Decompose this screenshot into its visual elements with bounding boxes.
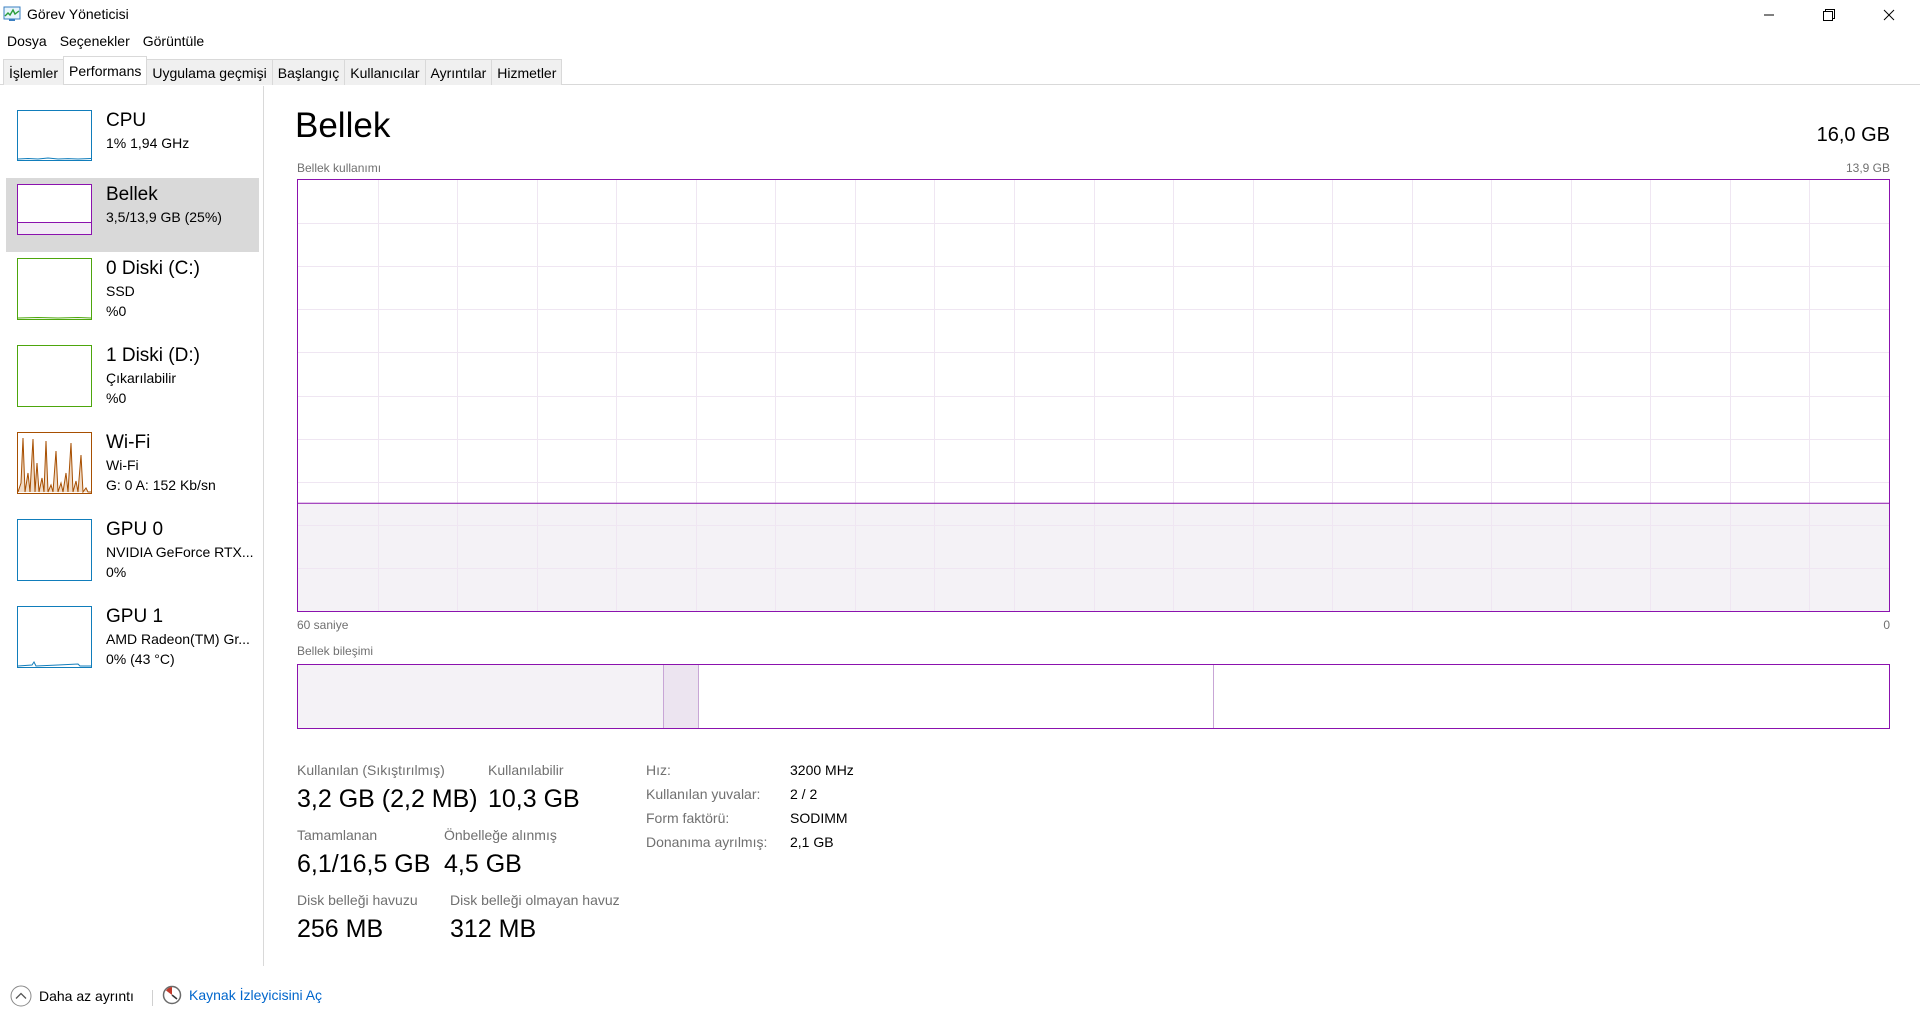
open-resource-monitor-link[interactable]: Kaynak İzleyicisini Aç (162, 985, 322, 1005)
close-button[interactable] (1860, 0, 1918, 30)
tab-startup[interactable]: Başlangıç (271, 59, 346, 85)
sidebar-item-wifi[interactable]: Wi-Fi Wi-Fi G: 0 A: 152 Kb/sn (6, 426, 259, 512)
hardware-reserved-value: 2,1 GB (790, 834, 834, 850)
tab-details[interactable]: Ayrıntılar (424, 59, 493, 85)
cached-value: 4,5 GB (444, 850, 522, 878)
memory-total: 16,0 GB (1816, 124, 1890, 146)
close-icon (1883, 9, 1895, 21)
memory-usage-chart (297, 179, 1890, 612)
sidebar-item-type: SSD (106, 283, 135, 299)
in-use-value: 3,2 GB (2,2 MB) (297, 785, 478, 813)
sidebar-item-title: GPU 0 (106, 519, 164, 540)
composition-free[interactable] (1213, 665, 1889, 728)
sidebar-item-cpu[interactable]: CPU 1% 1,94 GHz (6, 104, 259, 178)
sidebar-item-title: Bellek (106, 184, 158, 205)
memory-composition-bar (297, 664, 1890, 729)
sidebar-item-title: 1 Diski (D:) (106, 345, 200, 366)
menu-options[interactable]: Seçenekler (53, 30, 136, 52)
fewer-details-label: Daha az ayrıntı (39, 988, 134, 1004)
usage-chart-max: 13,9 GB (1845, 161, 1890, 175)
sidebar-item-title: 0 Diski (C:) (106, 258, 200, 279)
tab-bar: İşlemler Performans Uygulama geçmişi Baş… (0, 52, 1920, 85)
minimize-button[interactable] (1740, 0, 1798, 30)
memory-thumbnail-graph (17, 184, 92, 235)
tab-processes[interactable]: İşlemler (3, 59, 65, 85)
sidebar-item-title: GPU 1 (106, 606, 164, 627)
available-label: Kullanılabilir (488, 762, 564, 778)
open-resource-monitor-label: Kaynak İzleyicisini Aç (189, 987, 323, 1003)
committed-label: Tamamlanan (297, 827, 378, 843)
composition-standby[interactable] (698, 665, 1214, 728)
minimize-icon (1764, 14, 1774, 16)
disk-c-thumbnail-graph (17, 258, 92, 320)
sidebar-item-type: AMD Radeon(TM) Gr... (106, 631, 250, 647)
sidebar-item-title: CPU (106, 110, 147, 131)
speed-label: Hız: (646, 762, 671, 778)
tab-performance[interactable]: Performans (63, 56, 148, 84)
page-title: Bellek (295, 106, 391, 145)
resource-monitor-icon (162, 985, 182, 1005)
sidebar-item-title: Wi-Fi (106, 432, 151, 453)
tab-services[interactable]: Hizmetler (491, 59, 563, 85)
menu-view[interactable]: Görüntüle (136, 30, 210, 52)
sidebar-item-type: Çıkarılabilir (106, 370, 177, 386)
sidebar-item-disk-c[interactable]: 0 Diski (C:) SSD %0 (6, 252, 259, 338)
disk-d-thumbnail-graph (17, 345, 92, 407)
footer: Daha az ayrıntı Kaynak İzleyicisini Aç (0, 985, 1920, 1015)
sidebar-item-detail: %0 (106, 303, 127, 319)
composition-modified[interactable] (664, 665, 699, 728)
non-paged-pool-value: 312 MB (450, 915, 537, 943)
sidebar-item-memory[interactable]: Bellek 3,5/13,9 GB (25%) (6, 178, 259, 252)
sidebar-item-type: Wi-Fi (106, 457, 139, 473)
sidebar-item-detail: 1% 1,94 GHz (106, 135, 190, 151)
sidebar-item-detail: 0% (43 °C) (106, 651, 175, 667)
sidebar-item-disk-d[interactable]: 1 Diski (D:) Çıkarılabilir %0 (6, 339, 259, 425)
non-paged-pool-label: Disk belleği olmayan havuz (450, 892, 620, 908)
wifi-thumbnail-graph (17, 432, 92, 494)
cpu-thumbnail-graph (17, 110, 92, 161)
chart-x-left-label: 60 saniye (297, 618, 349, 632)
hardware-reserved-label: Donanıma ayrılmış: (646, 834, 768, 850)
sidebar-item-detail: 3,5/13,9 GB (25%) (106, 209, 222, 225)
sidebar-item-detail: 0% (106, 564, 127, 580)
chevron-up-circle-icon (10, 985, 32, 1007)
usage-chart-label: Bellek kullanımı (297, 161, 382, 175)
sidebar-item-detail: G: 0 A: 152 Kb/sn (106, 477, 216, 493)
composition-label: Bellek bileşimi (297, 644, 374, 658)
restore-button[interactable] (1800, 0, 1858, 30)
form-factor-label: Form faktörü: (646, 810, 730, 826)
available-value: 10,3 GB (488, 785, 580, 813)
slots-used-value: 2 / 2 (790, 786, 818, 802)
form-factor-value: SODIMM (790, 810, 848, 826)
tab-app-history[interactable]: Uygulama geçmişi (146, 59, 273, 85)
slots-used-label: Kullanılan yuvalar: (646, 786, 761, 802)
committed-value: 6,1/16,5 GB (297, 850, 431, 878)
paged-pool-value: 256 MB (297, 915, 384, 943)
restore-icon (1823, 9, 1835, 21)
menu-bar: Dosya Seçenekler Görüntüle (0, 30, 210, 52)
sidebar-item-gpu-0[interactable]: GPU 0 NVIDIA GeForce RTX... 0% (6, 513, 259, 599)
chart-x-right-label: 0 (1883, 618, 1890, 632)
cached-label: Önbelleğe alınmış (444, 827, 557, 843)
memory-usage-graph (298, 180, 1889, 611)
sidebar-item-detail: %0 (106, 390, 127, 406)
gpu-0-thumbnail-graph (17, 519, 92, 581)
fewer-details-button[interactable]: Daha az ayrıntı (10, 985, 134, 1007)
speed-value: 3200 MHz (790, 762, 854, 778)
task-manager-app-icon (3, 5, 21, 23)
paged-pool-label: Disk belleği havuzu (297, 892, 418, 908)
composition-in-use[interactable] (298, 665, 665, 728)
footer-divider (152, 990, 153, 1006)
menu-file[interactable]: Dosya (0, 30, 53, 52)
in-use-label: Kullanılan (Sıkıştırılmış) (297, 762, 445, 778)
performance-sidebar: CPU 1% 1,94 GHz Bellek 3,5/13,9 GB (25%)… (0, 86, 264, 966)
sidebar-item-gpu-1[interactable]: GPU 1 AMD Radeon(TM) Gr... 0% (43 °C) (6, 600, 259, 686)
window-title: Görev Yöneticisi (27, 6, 129, 22)
title-bar: Görev Yöneticisi (0, 0, 1920, 30)
gpu-1-thumbnail-graph (17, 606, 92, 668)
tab-users[interactable]: Kullanıcılar (344, 59, 426, 85)
sidebar-item-type: NVIDIA GeForce RTX... (106, 544, 254, 560)
